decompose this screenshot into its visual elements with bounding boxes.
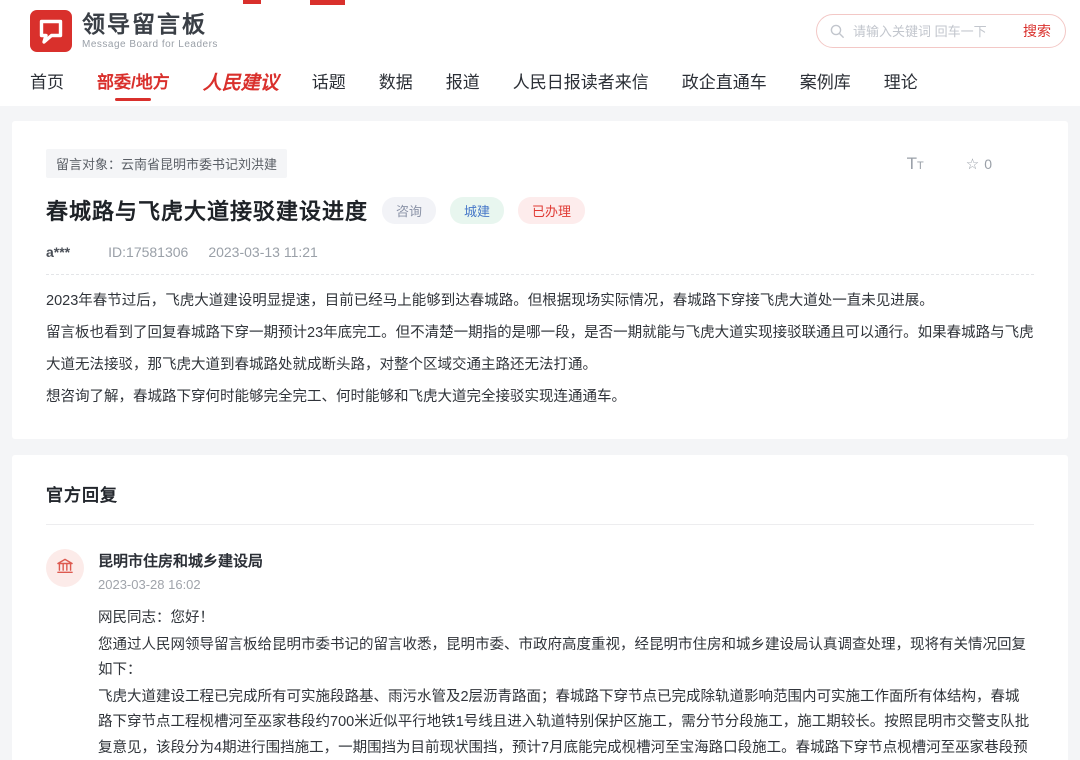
nav-item-people-suggestions[interactable]: 人民建议 <box>203 68 279 101</box>
main-content: 留言对象：云南省昆明市委书记刘洪建 TT ☆ 0 春城路与飞虎大道接驳建设进度 … <box>0 106 1080 760</box>
message-card: 留言对象：云南省昆明市委书记刘洪建 TT ☆ 0 春城路与飞虎大道接驳建设进度 … <box>12 121 1068 439</box>
nav-item-ministries-local[interactable]: 部委/地方 <box>97 68 170 99</box>
search-box[interactable]: 搜索 <box>816 14 1066 48</box>
font-size-icon[interactable]: TT <box>907 154 924 174</box>
nav-item-readers-letters[interactable]: 人民日报读者来信 <box>513 68 649 99</box>
star-icon: ☆ <box>966 155 979 173</box>
font-size-small-glyph: T <box>917 160 924 172</box>
message-title-row: 春城路与飞虎大道接驳建设进度 咨询城建已办理 <box>46 194 1034 226</box>
reply-paragraph: 您通过人民网领导留言板给昆明市委书记的留言收悉，昆明市委、市政府高度重视，经昆明… <box>98 633 1034 684</box>
message-tag-red: 已办理 <box>518 197 585 224</box>
font-size-large-glyph: T <box>907 154 917 173</box>
reply-header: 昆明市住房和城乡建设局 2023-03-28 16:02 <box>46 549 1034 592</box>
message-target-tag: 留言对象：云南省昆明市委书记刘洪建 <box>46 149 287 178</box>
dashed-divider <box>46 274 1034 275</box>
search-input[interactable] <box>853 24 1023 39</box>
message-top-row: 留言对象：云南省昆明市委书记刘洪建 TT ☆ 0 <box>46 149 1034 178</box>
main-nav: 首页 部委/地方 人民建议 话题 数据 报道 人民日报读者来信 政企直通车 案例库 理论 <box>0 62 1080 106</box>
message-paragraph: 2023年春节过后，飞虎大道建设明显提速，目前已经马上能够到达春城路。但根据现场… <box>46 285 1034 317</box>
nav-item-home[interactable]: 首页 <box>30 68 64 99</box>
nav-item-data[interactable]: 数据 <box>379 68 413 99</box>
message-paragraph: 想咨询了解，春城路下穿何时能够完全完工、何时能够和飞虎大道完全接驳实现连通通车。 <box>46 381 1034 413</box>
nav-item-theory[interactable]: 理论 <box>884 68 918 99</box>
favorite-button[interactable]: ☆ 0 <box>966 155 992 173</box>
message-tags: 咨询城建已办理 <box>382 197 585 224</box>
reply-divider <box>46 524 1034 525</box>
government-building-icon <box>55 556 75 581</box>
author-name: a*** <box>46 244 70 260</box>
reply-paragraph: 飞虎大道建设工程已完成所有可实施段路基、雨污水管及2层沥青路面；春城路下穿节点已… <box>98 685 1034 760</box>
official-reply-heading: 官方回复 <box>46 481 1034 506</box>
nav-item-topics[interactable]: 话题 <box>312 68 346 99</box>
reply-paragraph: 网民同志：您好！ <box>98 606 1034 632</box>
nav-item-gov-business-express[interactable]: 政企直通车 <box>682 68 767 99</box>
site-header: 领导留言板 Message Board for Leaders 搜索 <box>0 0 1080 62</box>
logo-subtitle: Message Board for Leaders <box>82 39 218 50</box>
logo-title: 领导留言板 <box>82 12 218 37</box>
message-author-row: a*** ID:17581306 2023-03-13 11:21 <box>46 244 1034 260</box>
message-tag-gray: 咨询 <box>382 197 436 224</box>
message-tag-blue: 城建 <box>450 197 504 224</box>
top-red-mark-1 <box>243 0 261 4</box>
message-body: 2023年春节过后，飞虎大道建设明显提速，目前已经马上能够到达春城路。但根据现场… <box>46 285 1034 413</box>
search-icon <box>829 23 845 39</box>
logo-icon <box>30 10 72 52</box>
reply-body: 网民同志：您好！您通过人民网领导留言板给昆明市委书记的留言收悉，昆明市委、市政府… <box>98 606 1034 760</box>
reply-agency-block: 昆明市住房和城乡建设局 2023-03-28 16:02 <box>98 549 263 592</box>
message-paragraph: 留言板也看到了回复春城路下穿一期预计23年底完工。但不清楚一期指的是哪一段，是否… <box>46 317 1034 381</box>
star-count: 0 <box>984 156 992 172</box>
nav-item-reports[interactable]: 报道 <box>446 68 480 99</box>
search-button[interactable]: 搜索 <box>1023 21 1051 41</box>
message-id: ID:17581306 <box>108 244 188 260</box>
nav-item-case-library[interactable]: 案例库 <box>800 68 851 99</box>
site-logo[interactable]: 领导留言板 Message Board for Leaders <box>30 10 218 52</box>
agency-name: 昆明市住房和城乡建设局 <box>98 549 263 571</box>
top-red-mark-2 <box>310 0 345 5</box>
message-tools: TT ☆ 0 <box>907 154 1034 174</box>
logo-text: 领导留言板 Message Board for Leaders <box>82 12 218 50</box>
agency-avatar <box>46 549 84 587</box>
message-time: 2023-03-13 11:21 <box>208 244 318 260</box>
message-title: 春城路与飞虎大道接驳建设进度 <box>46 194 368 226</box>
reply-time: 2023-03-28 16:02 <box>98 577 263 592</box>
official-reply-card: 官方回复 昆明市住房和城乡建设局 2023-03-28 16:02 <box>12 455 1068 760</box>
